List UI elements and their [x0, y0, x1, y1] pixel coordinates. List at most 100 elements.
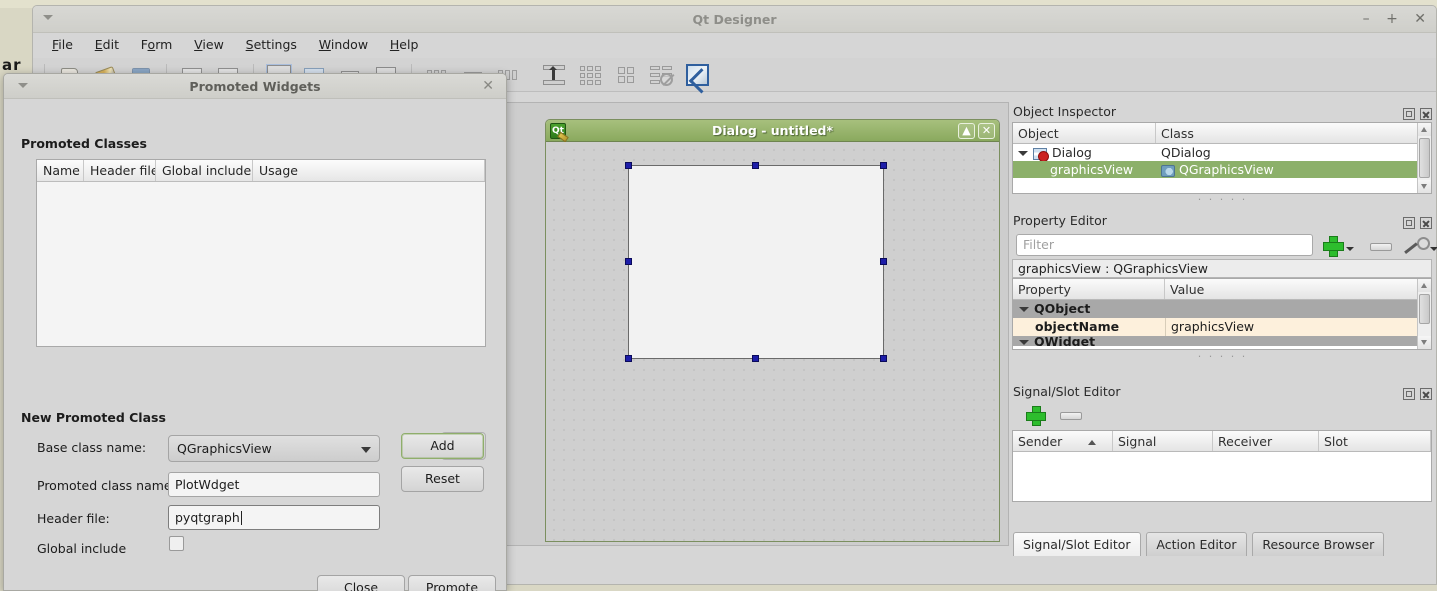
- header-file-input[interactable]: pyqtgraph: [168, 505, 380, 530]
- column-object[interactable]: Object: [1013, 123, 1156, 143]
- configure-chevron-down-icon[interactable]: [1430, 247, 1437, 251]
- resize-handle-top-center[interactable]: [752, 162, 759, 169]
- close-icon[interactable]: [1420, 388, 1432, 400]
- expander-icon[interactable]: [1019, 307, 1029, 312]
- layout-vertical-icon[interactable]: [539, 61, 569, 89]
- menu-edit[interactable]: Edit: [86, 33, 128, 56]
- property-editor-header-row: Property Value: [1013, 279, 1431, 300]
- menu-help[interactable]: Help: [381, 33, 428, 56]
- scroll-up-icon[interactable]: [1418, 279, 1431, 292]
- configure-wrench-icon[interactable]: [1406, 237, 1430, 255]
- form-close-button[interactable]: ✕: [978, 123, 995, 139]
- property-group-name: QWidget: [1034, 336, 1096, 346]
- add-property-chevron-down-icon[interactable]: [1346, 247, 1354, 251]
- close-button[interactable]: ✕: [1414, 11, 1426, 27]
- column-property[interactable]: Property: [1013, 279, 1165, 299]
- promoted-classes-table[interactable]: Name Header file Global include Usage: [36, 159, 486, 347]
- menu-settings[interactable]: Settings: [237, 33, 306, 56]
- promoted-class-name-input[interactable]: PlotWdget: [168, 472, 380, 497]
- column-usage[interactable]: Usage: [253, 160, 485, 181]
- close-icon[interactable]: [1420, 108, 1432, 120]
- base-class-name-combobox[interactable]: QGraphicsView: [168, 435, 380, 462]
- promoted-class-name-value: PlotWdget: [175, 477, 240, 492]
- scroll-up-icon[interactable]: [1418, 123, 1431, 136]
- table-row[interactable]: Dialog QDialog: [1013, 144, 1431, 161]
- column-value[interactable]: Value: [1165, 279, 1431, 299]
- scroll-thumb[interactable]: [1419, 138, 1430, 178]
- column-receiver[interactable]: Receiver: [1213, 431, 1319, 451]
- mdi-workspace[interactable]: Qt Dialog - untitled* ▲ ✕: [506, 102, 1009, 546]
- dock-buttons: [1398, 384, 1432, 404]
- float-icon[interactable]: [1403, 388, 1415, 400]
- column-name[interactable]: Name: [37, 160, 84, 181]
- property-group-row-partial[interactable]: QWidget: [1013, 336, 1431, 346]
- form-window-titlebar[interactable]: Qt Dialog - untitled* ▲ ✕: [546, 120, 999, 142]
- property-editor-table[interactable]: Property Value QObject objectName graphi…: [1012, 278, 1432, 350]
- minimize-button[interactable]: –: [1363, 11, 1370, 27]
- resize-handle-bottom-right[interactable]: [880, 355, 887, 362]
- reset-button[interactable]: Reset: [401, 466, 484, 492]
- table-row[interactable]: objectName graphicsView: [1013, 318, 1431, 336]
- tab-action-editor[interactable]: Action Editor: [1146, 532, 1247, 556]
- window-controls: – + ✕: [1351, 6, 1426, 33]
- expander-icon[interactable]: [1018, 151, 1028, 156]
- graphics-view-widget[interactable]: [628, 165, 884, 359]
- property-filter-row: Filter: [1012, 231, 1437, 259]
- layout-form-icon[interactable]: [611, 61, 641, 89]
- new-promoted-class-heading: New Promoted Class: [21, 410, 166, 425]
- remove-property-icon[interactable]: [1370, 243, 1392, 251]
- menu-view[interactable]: View: [185, 33, 233, 56]
- resize-handle-bottom-center[interactable]: [752, 355, 759, 362]
- global-include-checkbox[interactable]: [169, 536, 184, 551]
- resize-handle-top-left[interactable]: [625, 162, 632, 169]
- form-canvas[interactable]: [546, 142, 999, 541]
- remove-connection-icon[interactable]: [1060, 412, 1082, 420]
- menu-file[interactable]: File: [43, 33, 82, 56]
- column-signal[interactable]: Signal: [1113, 431, 1213, 451]
- menu-form[interactable]: Form: [132, 33, 182, 56]
- object-inspector-scrollbar[interactable]: [1417, 123, 1431, 193]
- resize-handle-right[interactable]: [880, 258, 887, 265]
- promoted-class-name-label: Promoted class name:: [37, 478, 176, 493]
- add-property-icon[interactable]: [1323, 236, 1344, 257]
- form-window[interactable]: Qt Dialog - untitled* ▲ ✕: [545, 119, 1000, 542]
- float-icon[interactable]: [1403, 217, 1415, 229]
- background-window-text: ar: [2, 56, 22, 74]
- table-row[interactable]: graphicsView QGraphicsView: [1013, 161, 1431, 178]
- resize-handle-left[interactable]: [625, 258, 632, 265]
- dock-splitter[interactable]: · · · · ·: [1009, 194, 1436, 205]
- resize-handle-bottom-left[interactable]: [625, 355, 632, 362]
- column-slot[interactable]: Slot: [1319, 431, 1431, 451]
- promote-button[interactable]: Promote: [408, 575, 496, 591]
- object-inspector-tree[interactable]: Object Class Dialog QDialog graphicsView…: [1012, 122, 1432, 194]
- close-button[interactable]: Close: [317, 575, 405, 591]
- form-maximize-button[interactable]: ▲: [958, 123, 975, 139]
- column-class[interactable]: Class: [1156, 123, 1431, 143]
- break-layout-icon[interactable]: [646, 61, 676, 89]
- tab-signal-slot-editor[interactable]: Signal/Slot Editor: [1013, 532, 1141, 556]
- property-value[interactable]: graphicsView: [1165, 318, 1431, 336]
- close-icon[interactable]: ✕: [482, 74, 494, 99]
- close-icon[interactable]: [1420, 217, 1432, 229]
- menu-window[interactable]: Window: [310, 33, 377, 56]
- layout-grid-icon[interactable]: [575, 61, 605, 89]
- add-button[interactable]: Add: [401, 433, 484, 459]
- dock-splitter[interactable]: · · · · ·: [1009, 351, 1436, 362]
- float-icon[interactable]: [1403, 108, 1415, 120]
- adjust-size-icon[interactable]: [682, 61, 712, 89]
- add-connection-icon[interactable]: [1026, 406, 1046, 426]
- column-global-include[interactable]: Global include: [156, 160, 253, 181]
- scroll-down-icon[interactable]: [1418, 336, 1431, 349]
- column-header-file[interactable]: Header file: [84, 160, 156, 181]
- property-editor-scrollbar[interactable]: [1417, 279, 1431, 349]
- resize-handle-top-right[interactable]: [880, 162, 887, 169]
- scroll-thumb[interactable]: [1419, 294, 1430, 324]
- expander-icon[interactable]: [1019, 340, 1029, 345]
- tab-resource-browser[interactable]: Resource Browser: [1252, 532, 1385, 556]
- filter-input[interactable]: Filter: [1016, 234, 1313, 256]
- property-editor-dock: Property Editor Filter graphicsView : QG…: [1009, 211, 1437, 379]
- property-group-row[interactable]: QObject: [1013, 300, 1431, 318]
- scroll-down-icon[interactable]: [1418, 180, 1431, 193]
- maximize-button[interactable]: +: [1386, 11, 1398, 27]
- signal-slot-table[interactable]: Sender Signal Receiver Slot: [1012, 430, 1432, 502]
